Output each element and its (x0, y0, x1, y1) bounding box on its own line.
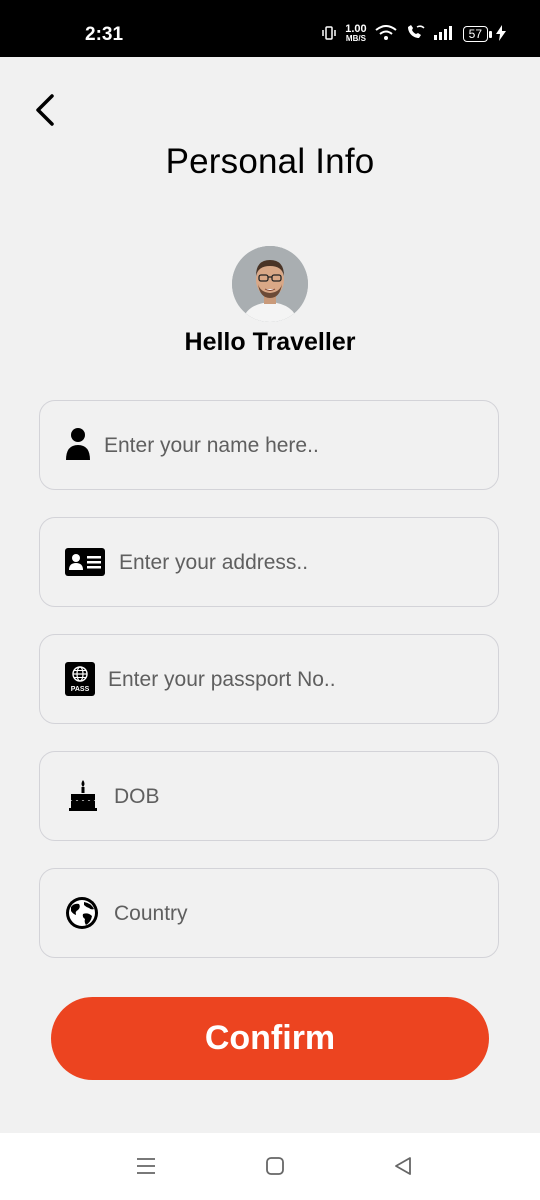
globe-icon (64, 895, 100, 931)
wifi-icon (375, 24, 397, 44)
person-icon (64, 427, 92, 461)
country-input[interactable] (112, 869, 456, 959)
user-photo (232, 246, 308, 322)
back-button[interactable] (28, 90, 64, 130)
passport-input[interactable] (106, 635, 450, 725)
country-field-container[interactable] (39, 868, 499, 959)
status-icons: 1.00 MB/S 57 (321, 24, 506, 44)
dob-field-container[interactable] (39, 751, 499, 842)
passport-field-container[interactable]: PASS (39, 634, 499, 725)
id-card-icon (64, 546, 106, 578)
dob-input[interactable] (112, 752, 456, 842)
passport-icon: PASS (64, 661, 96, 697)
battery-indicator: 57 (462, 26, 493, 42)
signal-icon (433, 25, 455, 43)
address-input[interactable] (117, 518, 461, 608)
status-bar: 2:31 1.00 MB/S 57 (0, 0, 540, 57)
charging-icon (496, 24, 506, 44)
avatar[interactable] (232, 246, 308, 322)
net-speed: 1.00 MB/S (345, 24, 366, 44)
name-input[interactable] (102, 401, 446, 491)
menu-icon[interactable] (135, 1155, 157, 1182)
net-speed-unit: MB/S (345, 34, 366, 43)
chevron-left-icon (36, 94, 54, 126)
net-speed-value: 1.00 (345, 23, 367, 35)
address-field-container[interactable] (39, 517, 499, 608)
confirm-button[interactable]: Confirm (51, 997, 489, 1080)
page-title: Personal Info (165, 142, 375, 181)
vibrate-icon (321, 25, 337, 43)
back-nav-icon[interactable] (392, 1155, 414, 1182)
status-time: 2:31 (85, 24, 124, 45)
greeting: Hello Traveller (184, 328, 356, 356)
system-nav-bar (0, 1133, 540, 1200)
passport-icon-label: PASS (71, 686, 90, 693)
home-icon[interactable] (264, 1155, 286, 1182)
wifi-call-icon (405, 24, 425, 44)
birthday-cake-icon (68, 778, 98, 812)
name-field-container[interactable] (39, 400, 499, 491)
